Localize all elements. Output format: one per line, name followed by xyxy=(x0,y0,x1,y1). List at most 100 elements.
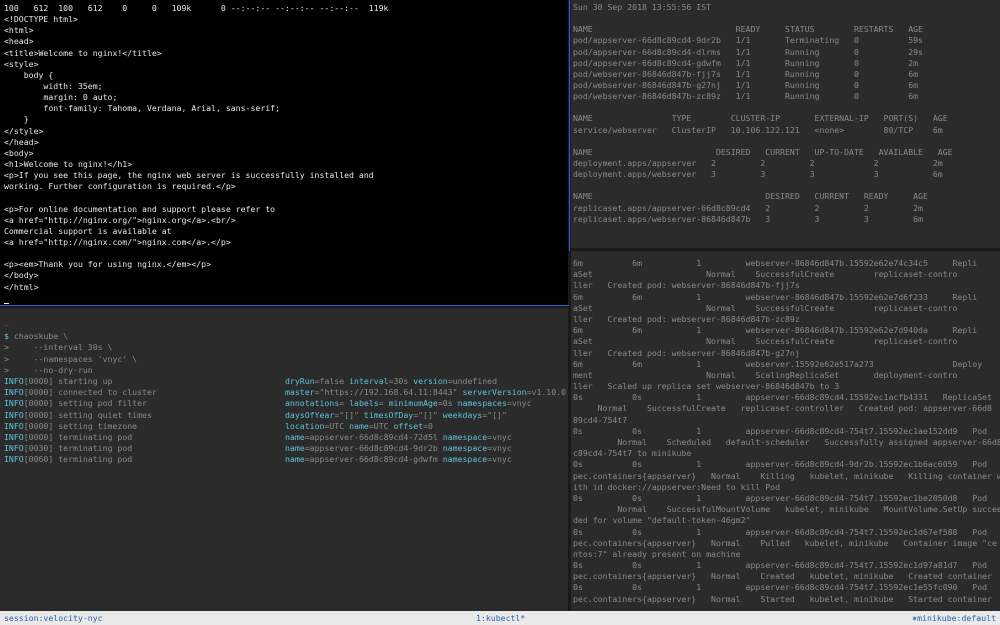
field-key: namespace xyxy=(442,454,488,465)
field-value: vnyc xyxy=(492,454,512,465)
event-line: 0s 0s 1 appserver-66d8c89cd4-9dr2b.15592… xyxy=(573,459,1000,470)
event-line: ller Created pod: webserver-86846d847b-g… xyxy=(573,347,800,358)
event-line: pec.containers{appserver} Normal Pulled … xyxy=(573,537,997,548)
event-line: 0s 0s 1 appserver-66d8c89cd4-754t7.15592… xyxy=(573,526,1000,537)
log-message: terminating pod xyxy=(58,443,133,454)
event-line: Normal Scheduled default-scheduler Succe… xyxy=(573,437,1000,447)
session-name[interactable]: session:velocity-nyc xyxy=(4,611,103,625)
field-value: 0 xyxy=(428,420,433,431)
field-value: vnyc xyxy=(492,431,512,442)
field-key: minimumAge xyxy=(388,398,438,409)
resource-line: NAME TYPE CLUSTER-IP EXTERNAL-IP PORT(S)… xyxy=(573,113,948,124)
event-line: pec.containers{appserver} Normal Killing… xyxy=(573,470,1000,481)
log-time-offset: [0030] xyxy=(23,443,54,454)
field-value: UTC xyxy=(329,420,345,431)
field-value: vnyc xyxy=(511,398,532,409)
event-line: ller Created pod: webserver-86846d847b-z… xyxy=(573,313,800,324)
output-line: <h1>Welcome to nginx!</h1> xyxy=(4,158,133,169)
field-key: location xyxy=(285,420,325,431)
field-value: false xyxy=(319,375,345,386)
resource-line: NAME READY STATUS RESTARTS AGE xyxy=(573,24,923,35)
output-line: </style> xyxy=(4,125,44,136)
terminal-cursor xyxy=(4,293,564,304)
log-line: INFO[0000] setting quiet times daysOfYear… xyxy=(4,410,564,421)
event-line: 6m 6m 1 webserver-86846d847b.15592e62e7d… xyxy=(573,325,978,336)
command-text: chaoskube \ xyxy=(8,331,69,342)
log-message: setting pod filter xyxy=(58,398,147,409)
watch-timestamp: Sun 30 Sep 2018 13:55:56 IST xyxy=(573,2,712,12)
event-line: ded for volume "default-token-46gm2" xyxy=(573,515,751,526)
log-time-offset: [0000] xyxy=(23,398,54,409)
log-fields: name=appserver-66d8c89cd4-gdwfm namespac… xyxy=(285,454,512,465)
output-line: <html> xyxy=(4,25,34,36)
kubectl-get-all-pane[interactable]: Sun 30 Sep 2018 13:55:56 IST NAME READY S… xyxy=(571,0,1000,248)
left-horizontal-pane-divider[interactable] xyxy=(0,306,568,308)
resource-line: NAME DESIRED CURRENT READY AGE xyxy=(573,191,928,202)
resource-line: pod/webserver-86846d847b-g27nj 1/1 Runni… xyxy=(573,79,919,90)
log-level: INFO xyxy=(4,431,24,442)
command-line: > --namespaces 'vnyc' \ xyxy=(4,354,564,365)
field-value: appserver-66d8c89cd4-72d5l xyxy=(309,431,438,442)
active-pane-border-vertical xyxy=(569,0,570,251)
event-line: ith id docker://appserver:Need to kill P… xyxy=(573,481,781,492)
resource-line: pod/appserver-66d8c89cd4-dlrms 1/1 Runni… xyxy=(573,46,923,57)
field-value: v1.10.0 xyxy=(531,387,567,398)
field-key: serverVersion xyxy=(462,387,527,398)
log-line: INFO[0030] terminating pod name=appserver… xyxy=(4,443,564,454)
log-fields: master="https://192.168.64.11:8443" serv… xyxy=(285,387,567,398)
log-fields: daysOfYear="[]" timesOfDay="[]" weekdays… xyxy=(285,409,507,420)
output-line: </html> xyxy=(4,281,39,292)
log-line: INFO[0000] setting timezone location=UTC … xyxy=(4,421,564,432)
log-time-offset: [0000] xyxy=(23,420,54,431)
event-line: ller Scaled up replica set webserver-868… xyxy=(573,381,840,392)
log-fields: name=appserver-66d8c89cd4-9dr2b namespac… xyxy=(285,443,512,454)
resource-line: replicaset.apps/webserver-86846d847b 3 3… xyxy=(573,213,923,224)
log-line: INFO[0000] setting pod filter annotations… xyxy=(4,398,564,409)
output-line: </head> xyxy=(4,136,39,147)
field-key: dryRun xyxy=(285,375,315,386)
field-key: name xyxy=(285,443,305,454)
log-message: connected to cluster xyxy=(58,387,157,398)
event-line: pec.containers{appserver} Normal Started… xyxy=(573,593,992,604)
field-key: annotations xyxy=(285,398,340,409)
log-message: setting quiet times xyxy=(58,409,152,420)
output-line: 100 612 100 612 0 0 109k 0 --:--:-- --:-… xyxy=(4,3,389,13)
right-horizontal-pane-divider[interactable] xyxy=(571,248,1000,251)
resource-line: pod/appserver-66d8c89cd4-9dr2b 1/1 Termi… xyxy=(573,35,923,46)
chaoskube-pane[interactable]: ~ $ chaoskube \ > --interval 30s \ > --name… xyxy=(0,308,568,611)
output-line: <p>For online documentation and support … xyxy=(4,203,276,214)
kubectl-events-pane[interactable]: 6m 6m 1 webserver-86846d847b.15592e62e74… xyxy=(571,251,1000,611)
log-time-offset: [0060] xyxy=(23,454,54,465)
resource-line xyxy=(573,102,998,113)
curl-output-pane[interactable]: 100 612 100 612 0 0 109k 0 --:--:-- --:-… xyxy=(0,0,568,305)
field-value: "[]" xyxy=(339,409,359,420)
output-line: <p><em>Thank you for using nginx.</em></… xyxy=(4,259,212,270)
command-line: > --no-dry-run xyxy=(4,365,564,376)
output-line: font-family: Tahoma, Verdana, Arial, san… xyxy=(4,103,281,114)
log-message: terminating pod xyxy=(58,431,133,442)
log-line: INFO[0060] terminating pod name=appserver… xyxy=(4,454,564,465)
event-line: aSet Normal SuccessfulCreate replicaset-… xyxy=(573,269,958,280)
field-key: version xyxy=(413,375,448,386)
log-message: starting up xyxy=(58,375,113,386)
output-line: body { xyxy=(4,69,54,80)
resource-line xyxy=(573,136,998,147)
field-key: timesOfDay xyxy=(363,409,414,420)
window-tab-kubectl[interactable]: 1:kubectl* xyxy=(476,611,525,625)
event-line: aSet Normal SuccessfulCreate replicaset-… xyxy=(573,302,958,313)
event-line: ment Normal ScalingReplicaSet deployment… xyxy=(573,369,958,380)
log-fields: name=appserver-66d8c89cd4-72d5l namespac… xyxy=(285,431,512,442)
log-fields: annotations= labels= minimumAge=0s names… xyxy=(285,398,532,409)
field-value: "https://192.168.64.11:8443" xyxy=(319,387,458,398)
resource-line: pod/appserver-66d8c89cd4-gdwfm 1/1 Runni… xyxy=(573,57,919,68)
output-line: margin: 0 auto; xyxy=(4,92,118,103)
resource-line: pod/webserver-86846d847b-fjj7s 1/1 Runni… xyxy=(573,68,919,79)
field-key: labels xyxy=(349,398,379,409)
field-value: vnyc xyxy=(492,443,512,454)
event-line: 6m 6m 1 webserver.15592e62e517a273 Deplo… xyxy=(573,358,983,369)
event-line: Normal SuccessfulCreate replicaset-contr… xyxy=(573,403,992,414)
output-line: <a href="http://nginx.com/">nginx.com</a… xyxy=(4,236,231,247)
field-value: 0s xyxy=(442,398,453,409)
field-key: namespace xyxy=(442,443,488,454)
log-level: INFO xyxy=(4,387,24,398)
